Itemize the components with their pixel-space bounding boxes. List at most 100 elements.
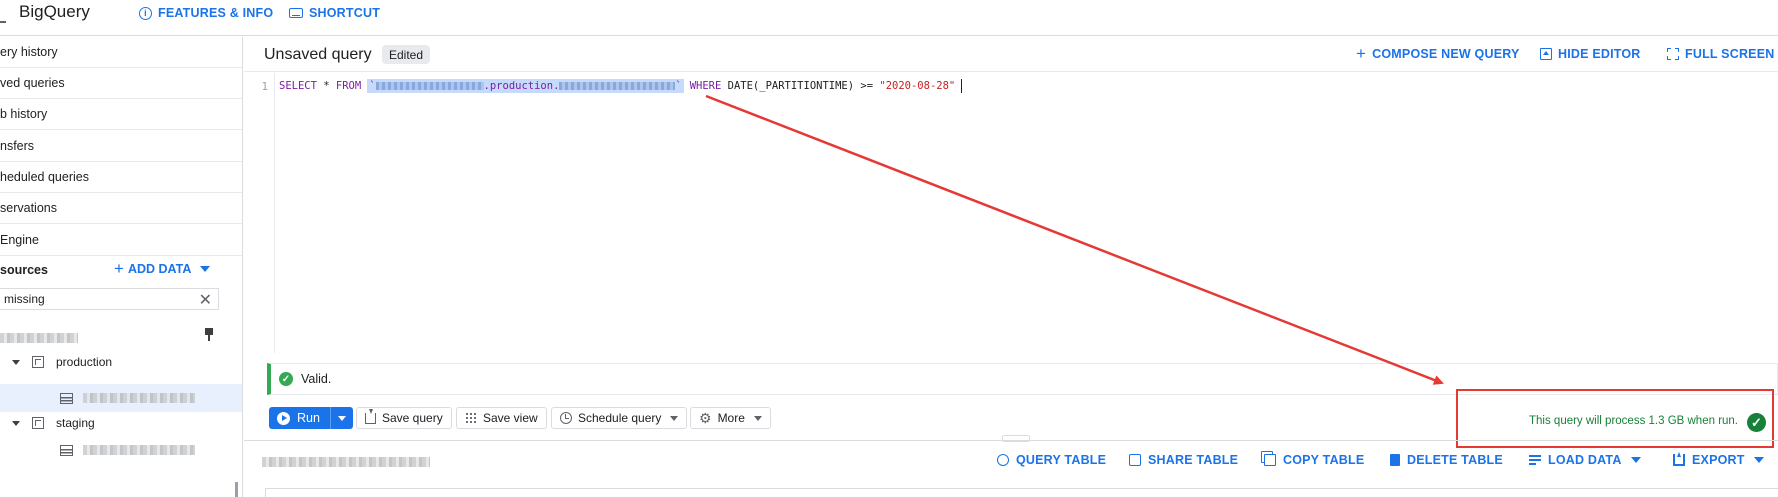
- code-keyword-select: SELECT: [279, 80, 317, 92]
- run-button[interactable]: Run: [269, 407, 331, 429]
- plus-icon: +: [114, 259, 124, 278]
- load-data-button[interactable]: LOAD DATA: [1529, 453, 1641, 467]
- upload-icon: [1673, 452, 1685, 466]
- chevron-down-icon: [1630, 457, 1641, 463]
- full-screen-button[interactable]: FULL SCREEN: [1667, 47, 1774, 61]
- line-number: 1: [261, 81, 268, 93]
- table-title-redacted: [262, 457, 430, 467]
- code-keyword-from: FROM: [335, 80, 362, 92]
- clear-search-icon[interactable]: ✕: [199, 290, 212, 310]
- full-screen-label: FULL SCREEN: [1685, 47, 1775, 61]
- sidebar-item-bi-engine[interactable]: Engine: [0, 225, 242, 256]
- run-label: Run: [297, 411, 320, 425]
- code-line[interactable]: SELECT * FROM ` .production. ` WHERE DAT…: [279, 79, 963, 93]
- table-id-redacted: [559, 82, 676, 90]
- hide-editor-button[interactable]: HIDE EDITOR: [1540, 47, 1641, 61]
- run-button-group: Run: [269, 407, 353, 429]
- dataset-row-production[interactable]: production: [0, 348, 242, 376]
- expand-caret-icon[interactable]: [12, 420, 20, 426]
- shortcut-link[interactable]: SHORTCUT: [289, 4, 380, 22]
- compose-new-query-label: COMPOSE NEW QUERY: [1372, 47, 1520, 61]
- load-data-label: LOAD DATA: [1548, 453, 1622, 467]
- sidebar: ery history ved queries b history nsfers…: [0, 37, 243, 497]
- sidebar-item-label: b history: [0, 107, 48, 121]
- copy-table-label: COPY TABLE: [1283, 453, 1365, 467]
- sidebar-item-transfers[interactable]: nsfers: [0, 131, 242, 162]
- search-value: missing: [4, 292, 45, 306]
- table-row[interactable]: [0, 436, 242, 464]
- features-info-link[interactable]: i FEATURES & INFO: [139, 4, 273, 22]
- chevron-down-icon: [753, 415, 762, 421]
- code-keyword-where: WHERE: [689, 80, 722, 92]
- collapse-editor-icon: [1540, 48, 1552, 60]
- search-icon: [997, 454, 1009, 466]
- save-query-label: Save query: [382, 411, 443, 425]
- sidebar-item-label: heduled queries: [0, 170, 89, 184]
- dataset-row-staging[interactable]: staging: [0, 409, 242, 437]
- chevron-down-icon: [670, 415, 679, 421]
- app-logo-icon: [0, 5, 6, 23]
- export-label: EXPORT: [1692, 453, 1745, 467]
- sidebar-item-reservations[interactable]: servations: [0, 193, 242, 224]
- code-star: *: [316, 80, 336, 92]
- table-details-bar: QUERY TABLE SHARE TABLE COPY TABLE DELET…: [244, 440, 1778, 478]
- run-options-dropdown[interactable]: [331, 407, 353, 429]
- add-data-button[interactable]: + ADD DATA: [114, 259, 211, 278]
- share-table-label: SHARE TABLE: [1148, 453, 1239, 467]
- table-row-selected[interactable]: [0, 384, 242, 412]
- info-icon: i: [139, 6, 152, 20]
- table-icon: [60, 444, 73, 456]
- person-icon: [1129, 454, 1141, 466]
- sidebar-item-query-history[interactable]: ery history: [0, 37, 242, 68]
- check-icon: ✓: [279, 372, 293, 386]
- app-title: BigQuery: [19, 2, 90, 21]
- keyboard-icon: [289, 8, 303, 18]
- table-schema-area: [265, 488, 1778, 497]
- chevron-down-icon: [200, 266, 211, 272]
- features-info-label: FEATURES & INFO: [158, 6, 274, 20]
- code-condition: DATE(_PARTITIONTIME) >=: [721, 80, 880, 92]
- query-table-button[interactable]: QUERY TABLE: [997, 453, 1106, 467]
- save-query-button[interactable]: Save query: [356, 407, 452, 429]
- delete-table-label: DELETE TABLE: [1407, 453, 1503, 467]
- sidebar-item-saved-queries[interactable]: ved queries: [0, 68, 242, 99]
- copy-table-button[interactable]: COPY TABLE: [1264, 453, 1364, 467]
- sidebar-item-job-history[interactable]: b history: [0, 99, 242, 130]
- selected-table-reference: ` .production. `: [367, 79, 684, 93]
- expand-caret-icon[interactable]: [12, 359, 20, 365]
- hide-editor-label: HIDE EDITOR: [1558, 47, 1641, 61]
- resources-label: sources: [0, 263, 48, 277]
- sidebar-item-scheduled-queries[interactable]: heduled queries: [0, 162, 242, 193]
- table-name-redacted: [83, 393, 195, 403]
- validation-status: Valid.: [301, 372, 332, 386]
- download-icon: [365, 408, 376, 424]
- sidebar-scrollbar[interactable]: [235, 482, 238, 497]
- schedule-query-button[interactable]: Schedule query: [551, 407, 688, 429]
- editor-header: Unsaved query Edited + COMPOSE NEW QUERY…: [244, 37, 1778, 72]
- plus-icon: +: [1356, 44, 1367, 63]
- list-icon: [1529, 454, 1541, 466]
- sidebar-item-label: ery history: [0, 45, 58, 59]
- dataset-icon: [32, 356, 44, 368]
- more-button[interactable]: ⚙ More: [690, 407, 771, 429]
- export-button[interactable]: EXPORT: [1673, 452, 1764, 467]
- save-view-label: Save view: [483, 411, 538, 425]
- table-icon: [60, 392, 73, 404]
- dataset-label-staging: staging: [56, 416, 95, 430]
- dataset-fragment: .production.: [483, 80, 560, 92]
- project-name-redacted: [0, 333, 78, 343]
- fullscreen-icon: [1667, 48, 1679, 60]
- compose-new-query-button[interactable]: + COMPOSE NEW QUERY: [1356, 44, 1520, 63]
- pin-icon[interactable]: [204, 328, 214, 341]
- bytes-processed-message: This query will process 1.3 GB when run.: [1529, 415, 1739, 427]
- project-id-redacted: [375, 82, 484, 90]
- line-gutter: 1: [244, 73, 275, 353]
- view-grid-icon: [465, 412, 477, 424]
- edited-badge: Edited: [382, 45, 431, 64]
- query-editor[interactable]: 1 SELECT * FROM ` .production. ` WHERE D…: [244, 73, 1778, 353]
- resource-search-input[interactable]: missing ✕: [0, 288, 219, 310]
- delete-table-button[interactable]: DELETE TABLE: [1390, 453, 1503, 467]
- save-view-button[interactable]: Save view: [456, 407, 547, 429]
- sidebar-item-label: ved queries: [0, 76, 65, 90]
- share-table-button[interactable]: SHARE TABLE: [1129, 453, 1238, 467]
